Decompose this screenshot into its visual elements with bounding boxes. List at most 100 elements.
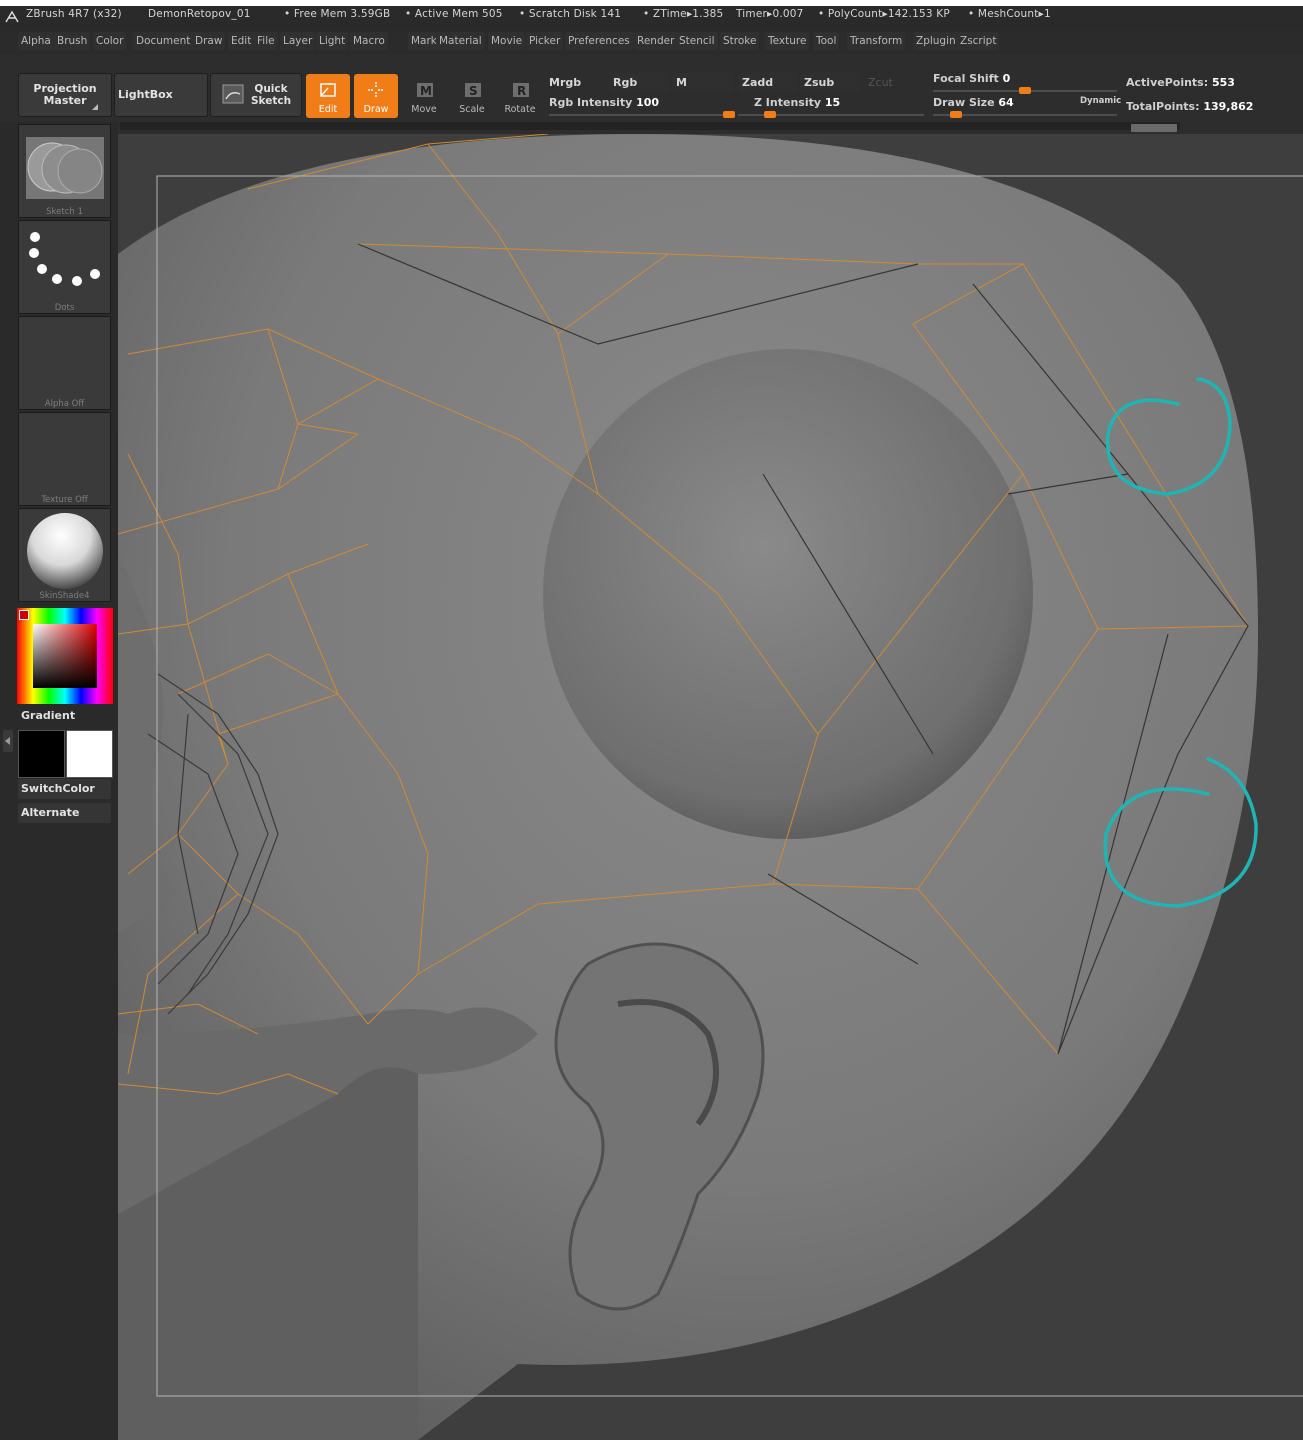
menu-item-material[interactable]: Material	[436, 32, 485, 50]
menu-item-file[interactable]: File	[254, 32, 278, 50]
alpha-caption: Alpha Off	[44, 399, 85, 409]
ztime-readout: • ZTime▸1.385	[643, 8, 724, 20]
color-picker[interactable]	[17, 608, 113, 704]
document-name: DemonRetopov_01	[148, 8, 251, 20]
menu-item-movie[interactable]: Movie	[488, 32, 526, 50]
shelf-scrollbar[interactable]	[1131, 124, 1177, 132]
menu-item-layer[interactable]: Layer	[280, 32, 316, 50]
brush-caption: Sketch 1	[46, 207, 83, 217]
menu-item-brush[interactable]: Brush	[54, 32, 91, 50]
menu-item-macro[interactable]: Macro	[350, 32, 388, 50]
timer-readout: Timer▸0.007	[736, 8, 804, 20]
draw-size-slider[interactable]	[933, 111, 1117, 118]
secondary-color-swatch[interactable]	[66, 730, 113, 778]
move-label: Move	[411, 104, 437, 115]
draw-size-value: 64	[998, 96, 1014, 109]
app-title: ZBrush 4R7 (x32)	[26, 8, 122, 20]
rgb-intensity-value: 100	[636, 96, 660, 109]
menu-item-texture[interactable]: Texture	[765, 32, 810, 50]
draw-label: Draw	[363, 104, 389, 115]
rotate-button[interactable]: R Rotate	[498, 74, 542, 118]
meshcount-readout: • MeshCount▸1	[968, 8, 1051, 20]
chevron-left-icon	[5, 737, 10, 745]
menu-item-edit[interactable]: Edit	[228, 32, 255, 50]
menu-item-transform[interactable]: Transform	[847, 32, 906, 50]
menu-item-light[interactable]: Light	[316, 32, 349, 50]
eye-sphere[interactable]	[543, 349, 1033, 839]
z-intensity-knob[interactable]	[764, 111, 776, 118]
zsub-button[interactable]: Zsub	[800, 73, 860, 93]
total-points-label: TotalPoints:	[1126, 100, 1200, 113]
draw-size-field[interactable]: Draw Size 64	[933, 96, 1014, 109]
draw-size-knob[interactable]	[950, 111, 962, 118]
quick-sketch-button[interactable]: Quick Sketch	[210, 73, 302, 117]
menu-item-draw[interactable]: Draw	[192, 32, 226, 50]
shelf-scroll-track	[120, 122, 1180, 130]
menu-item-document[interactable]: Document	[133, 32, 194, 50]
draw-button[interactable]: Draw	[354, 74, 398, 118]
focal-shift-knob[interactable]	[1019, 87, 1031, 94]
menu-item-color[interactable]: Color	[93, 32, 127, 50]
projection-master-button[interactable]: Projection Master	[18, 73, 112, 117]
zcut-button[interactable]: Zcut	[864, 73, 924, 93]
active-points-label: ActivePoints:	[1126, 76, 1209, 89]
switch-color-button[interactable]: SwitchColor	[18, 779, 111, 799]
color-saturation-square[interactable]	[33, 624, 97, 688]
dynamic-toggle[interactable]: Dynamic	[1080, 96, 1121, 106]
stroke-thumbnail[interactable]: Dots	[18, 220, 111, 314]
rgb-intensity-field[interactable]: Rgb Intensity 100	[549, 96, 659, 109]
edit-button[interactable]: Edit	[306, 74, 350, 118]
menu-item-zplugin[interactable]: Zplugin	[913, 32, 959, 50]
menu-item-stencil[interactable]: Stencil	[676, 32, 718, 50]
zsub-label: Zsub	[804, 76, 835, 89]
collapse-tray-handle[interactable]	[3, 730, 13, 752]
lightbox-button[interactable]: LightBox	[114, 73, 208, 117]
rgb-label: Rgb	[613, 76, 638, 89]
switch-color-label: SwitchColor	[21, 782, 95, 795]
material-thumbnail[interactable]: SkinShade4	[18, 508, 111, 602]
zbrush-logo-icon	[5, 10, 19, 23]
menu-item-stroke[interactable]: Stroke	[720, 32, 760, 50]
rotate-label: Rotate	[504, 104, 536, 115]
menu-item-alpha[interactable]: Alpha	[18, 32, 54, 50]
color-selector-marker[interactable]	[19, 610, 29, 620]
main-color-swatch[interactable]	[18, 730, 65, 778]
menu-item-tool[interactable]: Tool	[813, 32, 840, 50]
menu-item-picker[interactable]: Picker	[526, 32, 564, 50]
rgb-button[interactable]: Rgb	[609, 73, 669, 93]
rgb-intensity-slider[interactable]	[549, 111, 735, 118]
z-intensity-field[interactable]: Z Intensity 15	[754, 96, 840, 109]
menu-item-render[interactable]: Render	[634, 32, 678, 50]
gradient-label[interactable]: Gradient	[21, 709, 75, 722]
alternate-button[interactable]: Alternate	[18, 803, 111, 823]
menu-item-preferences[interactable]: Preferences	[565, 32, 633, 50]
free-mem-readout: • Free Mem 3.59GB	[284, 8, 391, 20]
material-sphere-icon	[27, 513, 103, 589]
texture-thumbnail[interactable]: Texture Off	[18, 412, 111, 506]
m-label: M	[676, 76, 687, 89]
active-points-value: 553	[1211, 76, 1235, 89]
rgb-intensity-knob[interactable]	[723, 111, 735, 118]
zcut-label: Zcut	[868, 76, 893, 89]
focal-shift-field[interactable]: Focal Shift 0	[933, 72, 1010, 85]
dynamic-label: Dynamic	[1080, 96, 1122, 106]
projection-master-label: Projection Master	[33, 82, 97, 107]
quick-sketch-icon	[222, 84, 244, 104]
canvas-viewport[interactable]	[118, 134, 1303, 1440]
z-intensity-slider[interactable]	[738, 111, 924, 118]
zadd-button[interactable]: Zadd	[738, 73, 798, 93]
zadd-label: Zadd	[742, 76, 774, 89]
scale-button[interactable]: S Scale	[450, 74, 494, 118]
svg-text:R: R	[517, 84, 526, 98]
edit-mode-icon	[320, 83, 336, 97]
focal-shift-slider[interactable]	[933, 87, 1117, 94]
sculpt-canvas[interactable]	[118, 134, 1303, 1440]
dots-stroke-icon	[29, 232, 100, 286]
brush-thumbnail[interactable]: Sketch 1	[18, 124, 111, 218]
mrgb-button[interactable]: Mrgb	[545, 73, 607, 93]
quick-sketch-label: Quick Sketch	[250, 83, 292, 107]
menu-item-zscript[interactable]: Zscript	[957, 32, 1000, 50]
move-button[interactable]: M Move	[402, 74, 446, 118]
m-button[interactable]: M	[672, 73, 734, 93]
alpha-thumbnail[interactable]: Alpha Off	[18, 316, 111, 410]
